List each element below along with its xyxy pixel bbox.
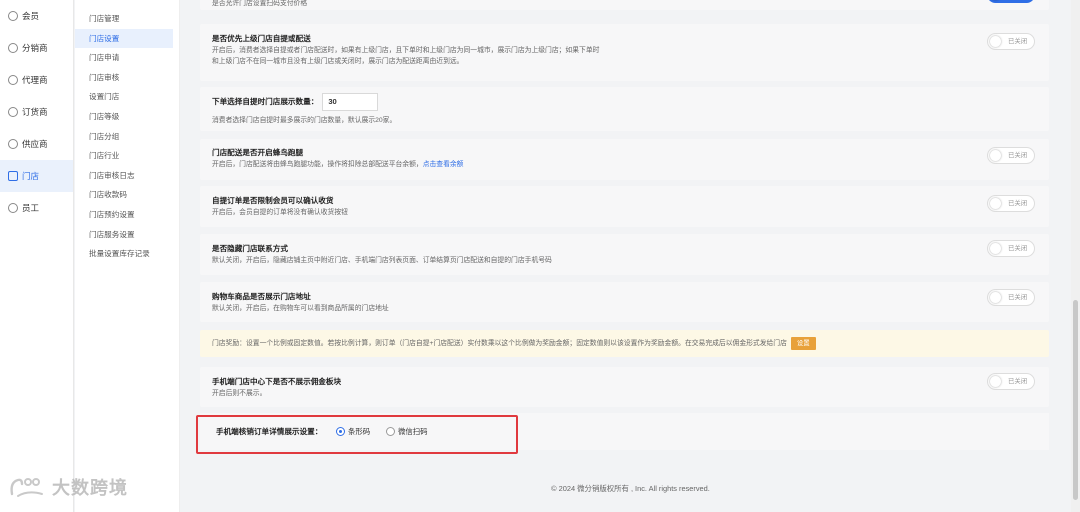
setting-title: 门店配送是否开启蜂鸟跑腿 (212, 148, 304, 157)
setting-row-pickup-count: 下单选择自提时门店展示数量： 30 消费者选择门店自提时最多展示的门店数量，默认展… (200, 87, 1049, 131)
subnav-store-service[interactable]: 门店服务设置 (75, 225, 173, 245)
setting-desc: 默认关闭，开启后，隐藏店铺主页中附近门店、手机端门店列表页面、订单结算页门店配送… (212, 257, 552, 264)
supplier-icon (8, 139, 18, 149)
sidebar-item-label: 订货商 (22, 107, 48, 117)
setting-title: 是否优先上级门店自提或配送 (212, 34, 311, 43)
sidebar-item-label: 分销商 (22, 43, 48, 53)
sidebar-item-agent[interactable]: 代理商 (0, 64, 73, 96)
setting-title: 手机端门店中心下是否不展示佣金板块 (212, 377, 342, 386)
setting-desc: 开启后，门店配送将由蜂鸟跑腿功能，操作将扣除总部配送平台余额，点击查看余额 (212, 159, 1037, 170)
mobile-commission-toggle[interactable]: 已关闭 (987, 373, 1035, 390)
sidebar-item-member[interactable]: 会员 (0, 0, 73, 32)
watermark-logo-icon (10, 478, 43, 497)
setting-desc: 消费者选择门店自提时最多展示的门店数量，默认展示20家。 (212, 117, 397, 124)
secondary-sidebar: 门店管理 门店设置 门店申请 门店审核 设置门店 门店等级 门店分组 门店行业 … (75, 0, 180, 512)
view-balance-link[interactable]: 点击查看余额 (423, 161, 464, 168)
sidebar-item-supplier[interactable]: 供应商 (0, 128, 73, 160)
subnav-store-payment-code[interactable]: 门店收款码 (75, 185, 173, 205)
subnav-store-review-log[interactable]: 门店审核日志 (75, 166, 173, 186)
primary-sidebar: 会员 分销商 代理商 订货商 供应商 门店 员工 (0, 0, 74, 512)
setting-desc: 是否允许门店设置扫码支付价格 (212, 0, 308, 7)
order-icon (8, 107, 18, 117)
subnav-batch-stock-log[interactable]: 批量设置库存记录 (75, 244, 173, 264)
priority-toggle[interactable]: 已关闭 (987, 33, 1035, 50)
subnav-store-industry[interactable]: 门店行业 (75, 146, 173, 166)
setting-row-fengniao: 门店配送是否开启蜂鸟跑腿 开启后，门店配送将由蜂鸟跑腿功能，操作将扣除总部配送平… (200, 139, 1049, 180)
setting-desc: 默认关闭，开启后，在购物车可以看到商品所属的门店地址 (212, 305, 389, 312)
setting-row-cart-address: 购物车商品是否展示门店地址 默认关闭，开启后，在购物车可以看到商品所属的门店地址… (200, 282, 1049, 322)
subnav-store-booking[interactable]: 门店预约设置 (75, 205, 173, 225)
watermark: 大数跨境 (8, 474, 128, 500)
setting-title: 下单选择自提时门店展示数量： 30 (212, 93, 1037, 111)
watermark-text: 大数跨境 (52, 478, 128, 498)
page-footer: © 2024 微分销版权所有 , Inc. All rights reserve… (551, 484, 710, 493)
sidebar-item-store[interactable]: 门店 (0, 160, 73, 192)
setting-row-pickup-confirm: 自提订单是否限制会员可以确认收货 开启后，会员自提的订单将没有确认收货按钮 已关… (200, 186, 1049, 227)
sidebar-item-label: 代理商 (22, 75, 48, 85)
cart-address-toggle[interactable]: 已关闭 (987, 289, 1035, 306)
setting-desc: 开启后则不展示。 (212, 390, 267, 397)
setting-row-hide-contact: 是否隐藏门店联系方式 默认关闭，开启后，隐藏店铺主页中附近门店、手机端门店列表页… (200, 234, 1049, 275)
setting-title: 购物车商品是否展示门店地址 (212, 292, 311, 301)
reward-settings-button[interactable]: 设置 (790, 336, 816, 350)
sidebar-item-orderer[interactable]: 订货商 (0, 96, 73, 128)
scan-price-toggle[interactable] (987, 0, 1035, 3)
setting-title: 是否隐藏门店联系方式 (212, 244, 288, 253)
reward-notice: 门店奖励：设置一个比例或固定数值。若按比例计算，则订单（门店自提+门店配送）实付… (200, 330, 1049, 357)
setting-row-priority: 是否优先上级门店自提或配送 开启后，消费者选择自提或者门店配送时，如果有上级门店… (200, 24, 1049, 81)
sidebar-item-label: 门店 (22, 171, 40, 181)
subnav-store-apply[interactable]: 门店申请 (75, 48, 173, 68)
highlight-box (196, 415, 518, 454)
staff-icon (8, 203, 18, 213)
main-content: 是否允许门店设置扫码支付价格 是否优先上级门店自提或配送 开启后，消费者选择自提… (190, 0, 1071, 512)
setting-desc: 和上级门店不在同一城市且没有上级门店或关闭时，展示门店为配送距离由近到远。 (212, 58, 464, 65)
subnav-store-manage[interactable]: 门店管理 (75, 9, 173, 29)
pickup-confirm-toggle[interactable]: 已关闭 (987, 195, 1035, 212)
share-icon (8, 43, 18, 53)
subnav-set-store[interactable]: 设置门店 (75, 87, 173, 107)
setting-row-scan-price: 是否允许门店设置扫码支付价格 (200, 0, 1049, 10)
vertical-scrollbar[interactable] (1071, 0, 1080, 512)
app-root: 会员 分销商 代理商 订货商 供应商 门店 员工 门店管理 门店设置 门店申请 … (0, 0, 1080, 512)
subnav-store-level[interactable]: 门店等级 (75, 107, 173, 127)
pickup-count-input[interactable]: 30 (322, 93, 379, 111)
hide-contact-toggle[interactable]: 已关闭 (987, 240, 1035, 257)
setting-title: 自提订单是否限制会员可以确认收货 (212, 196, 334, 205)
user-icon (8, 11, 18, 21)
subnav-store-review[interactable]: 门店审核 (75, 68, 173, 88)
sidebar-item-label: 员工 (22, 203, 40, 213)
fengniao-desc-text: 开启后，门店配送将由蜂鸟跑腿功能，操作将扣除总部配送平台余额， (212, 161, 423, 168)
setting-desc: 开启后，消费者选择自提或者门店配送时，如果有上级门店，且下单时和上级门店为同一城… (212, 47, 600, 54)
agent-icon (8, 75, 18, 85)
pickup-count-label: 下单选择自提时门店展示数量： (212, 97, 319, 106)
sidebar-item-staff[interactable]: 员工 (0, 192, 73, 224)
subnav-store-group[interactable]: 门店分组 (75, 127, 173, 147)
sidebar-item-label: 会员 (22, 11, 40, 21)
sidebar-item-distributor[interactable]: 分销商 (0, 32, 73, 64)
store-icon (8, 171, 18, 181)
scrollbar-thumb[interactable] (1073, 300, 1078, 500)
sidebar-item-label: 供应商 (22, 139, 48, 149)
setting-row-mobile-commission: 手机端门店中心下是否不展示佣金板块 开启后则不展示。 已关闭 (200, 367, 1049, 407)
subnav-store-settings[interactable]: 门店设置 (75, 28, 173, 49)
reward-notice-text: 门店奖励：设置一个比例或固定数值。若按比例计算，则订单（门店自提+门店配送）实付… (212, 340, 787, 347)
fengniao-toggle[interactable]: 已关闭 (987, 147, 1035, 164)
setting-desc: 开启后，会员自提的订单将没有确认收货按钮 (212, 209, 348, 216)
